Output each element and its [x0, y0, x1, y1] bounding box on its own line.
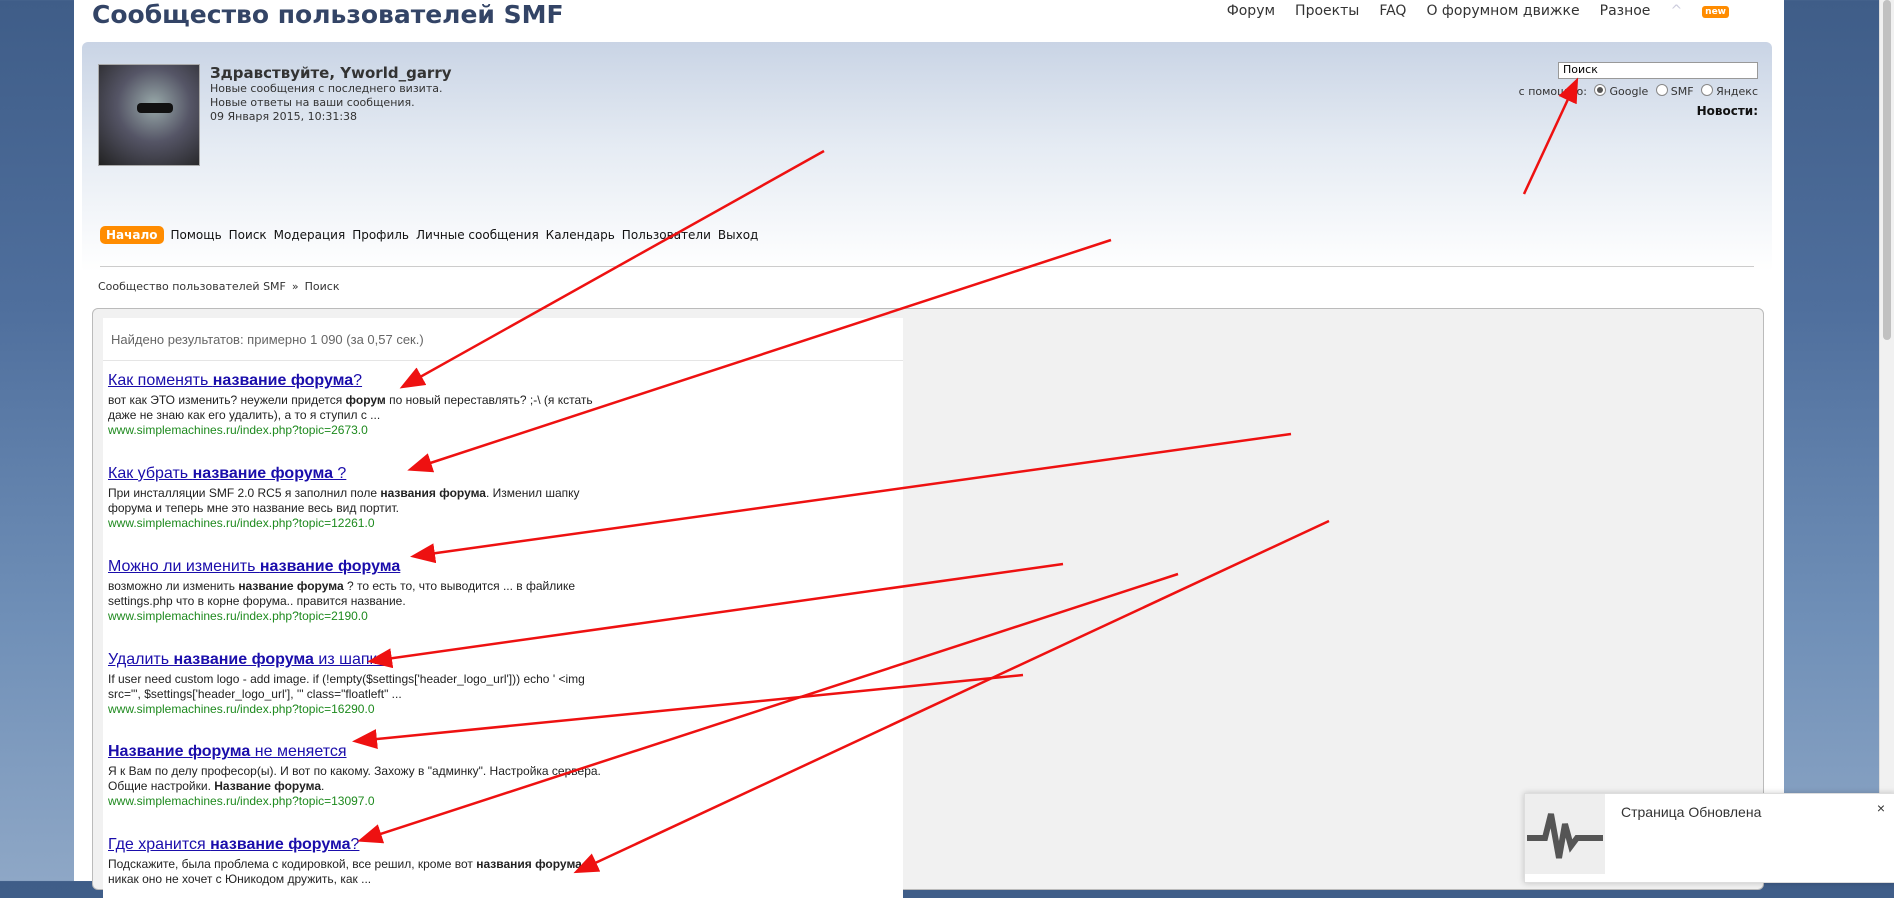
- result-snippet: При инсталляции SMF 2.0 RC5 я заполнил п…: [108, 486, 580, 515]
- news-label: Новости:: [1696, 104, 1758, 118]
- breadcrumb-search[interactable]: Поиск: [305, 280, 340, 293]
- result-item: Удалить название форума из шапки If user …: [108, 651, 668, 717]
- nav-profile[interactable]: Профиль: [352, 228, 409, 242]
- search-input[interactable]: Поиск: [1558, 62, 1758, 79]
- search-results: Найдено результатов: примерно 1 090 (за …: [103, 318, 903, 898]
- radio-google[interactable]: [1594, 84, 1607, 96]
- radio-smf[interactable]: [1655, 84, 1668, 96]
- nav-home[interactable]: Начало: [100, 226, 164, 244]
- result-url[interactable]: www.simplemachines.ru/index.php?topic=16…: [108, 702, 668, 717]
- result-snippet: Я к Вам по делу професор(ы). И вот по ка…: [108, 764, 601, 793]
- result-item: Как убрать название форума ? При инсталля…: [108, 465, 668, 531]
- nav-members[interactable]: Пользователи: [622, 228, 711, 242]
- main-navigation: Начало Помощь Поиск Модерация Профиль Ли…: [100, 226, 758, 244]
- nav-calendar[interactable]: Календарь: [546, 228, 615, 242]
- breadcrumb-home[interactable]: Сообщество пользователей SMF: [98, 280, 286, 293]
- nav-divider: [100, 266, 1754, 267]
- result-snippet: Подскажите, была проблема с кодировкой, …: [108, 857, 586, 886]
- topnav-faq[interactable]: FAQ: [1379, 3, 1406, 19]
- nav-search[interactable]: Поиск: [229, 228, 267, 242]
- results-count: Найдено результатов: примерно 1 090 (за …: [111, 332, 424, 347]
- result-item: Как поменять название форума? вот как ЭТО…: [108, 372, 668, 438]
- engine-smf-label: SMF: [1670, 85, 1694, 98]
- nav-help[interactable]: Помощь: [171, 228, 222, 242]
- new-replies-link[interactable]: Новые ответы на ваши сообщения.: [210, 96, 452, 110]
- radio-yandex[interactable]: [1701, 84, 1714, 96]
- new-posts-link[interactable]: Новые сообщения с последнего визита.: [210, 82, 452, 96]
- result-url[interactable]: www.simplemachines.ru/index.php?topic=21…: [108, 609, 668, 624]
- result-title-link[interactable]: Как убрать название форума ?: [108, 465, 668, 483]
- current-datetime: 09 Января 2015, 10:31:38: [210, 110, 358, 123]
- result-item: Где хранится название форума? Подскажите,…: [108, 836, 668, 887]
- top-navigation: Форум Проекты FAQ О форумном движке Разн…: [1227, 3, 1729, 19]
- collapse-up-icon[interactable]: ^: [1670, 3, 1682, 19]
- page-scrollbar[interactable]: [1879, 0, 1894, 881]
- result-item: Название форума не меняется Я к Вам по де…: [108, 743, 668, 809]
- topnav-about[interactable]: О форумном движке: [1426, 3, 1579, 19]
- engine-yandex-label: Яндекс: [1716, 85, 1758, 98]
- notification-toast: Страница Обновлена ×: [1524, 793, 1894, 883]
- topnav-misc[interactable]: Разное: [1600, 3, 1651, 19]
- result-snippet: If user need custom logo - add image. if…: [108, 672, 585, 701]
- avatar-glasses: [137, 103, 173, 113]
- greeting-block: Здравствуйте, Yworld_garry Новые сообщен…: [210, 64, 452, 124]
- toast-message: Страница Обновлена: [1621, 804, 1762, 820]
- result-url[interactable]: www.simplemachines.ru/index.php?topic=26…: [108, 423, 668, 438]
- result-title-link[interactable]: Как поменять название форума?: [108, 372, 668, 390]
- breadcrumb-separator: »: [291, 280, 299, 293]
- engine-google-label: Google: [1609, 85, 1649, 98]
- search-engine-options: с помощью: Google SMF Яндекс: [1519, 84, 1758, 98]
- nav-logout[interactable]: Выход: [718, 228, 758, 242]
- result-title-link[interactable]: Название форума не меняется: [108, 743, 668, 761]
- result-title-link[interactable]: Где хранится название форума?: [108, 836, 668, 854]
- result-item: Можно ли изменить название форума возможн…: [108, 558, 668, 624]
- result-url[interactable]: www.simplemachines.ru/index.php?topic=12…: [108, 516, 668, 531]
- search-with-label: с помощью:: [1518, 85, 1587, 98]
- avatar: [98, 64, 200, 166]
- topnav-forum[interactable]: Форум: [1227, 3, 1275, 19]
- result-title-link[interactable]: Можно ли изменить название форума: [108, 558, 668, 576]
- result-title-link[interactable]: Удалить название форума из шапки: [108, 651, 668, 669]
- results-frame: Найдено результатов: примерно 1 090 (за …: [92, 308, 1764, 898]
- result-url[interactable]: www.simplemachines.ru/index.php?topic=13…: [108, 794, 668, 809]
- breadcrumb: Сообщество пользователей SMF » Поиск: [98, 280, 339, 293]
- forum-title[interactable]: Сообщество пользователей SMF: [92, 0, 564, 29]
- result-snippet: возможно ли изменить название форума ? т…: [108, 579, 576, 608]
- nav-moderation[interactable]: Модерация: [274, 228, 346, 242]
- page-container: Сообщество пользователей SMF Форум Проек…: [74, 0, 1784, 898]
- nav-messages[interactable]: Личные сообщения: [416, 228, 539, 242]
- toast-close-button[interactable]: ×: [1877, 800, 1885, 816]
- scrollbar-thumb[interactable]: [1883, 0, 1891, 340]
- result-snippet: вот как ЭТО изменить? неужели придется ф…: [108, 393, 593, 422]
- greeting: Здравствуйте, Yworld_garry: [210, 64, 452, 82]
- new-badge: new: [1702, 6, 1729, 18]
- topnav-projects[interactable]: Проекты: [1295, 3, 1359, 19]
- results-count-divider: [103, 360, 903, 361]
- pulse-icon: [1525, 794, 1605, 874]
